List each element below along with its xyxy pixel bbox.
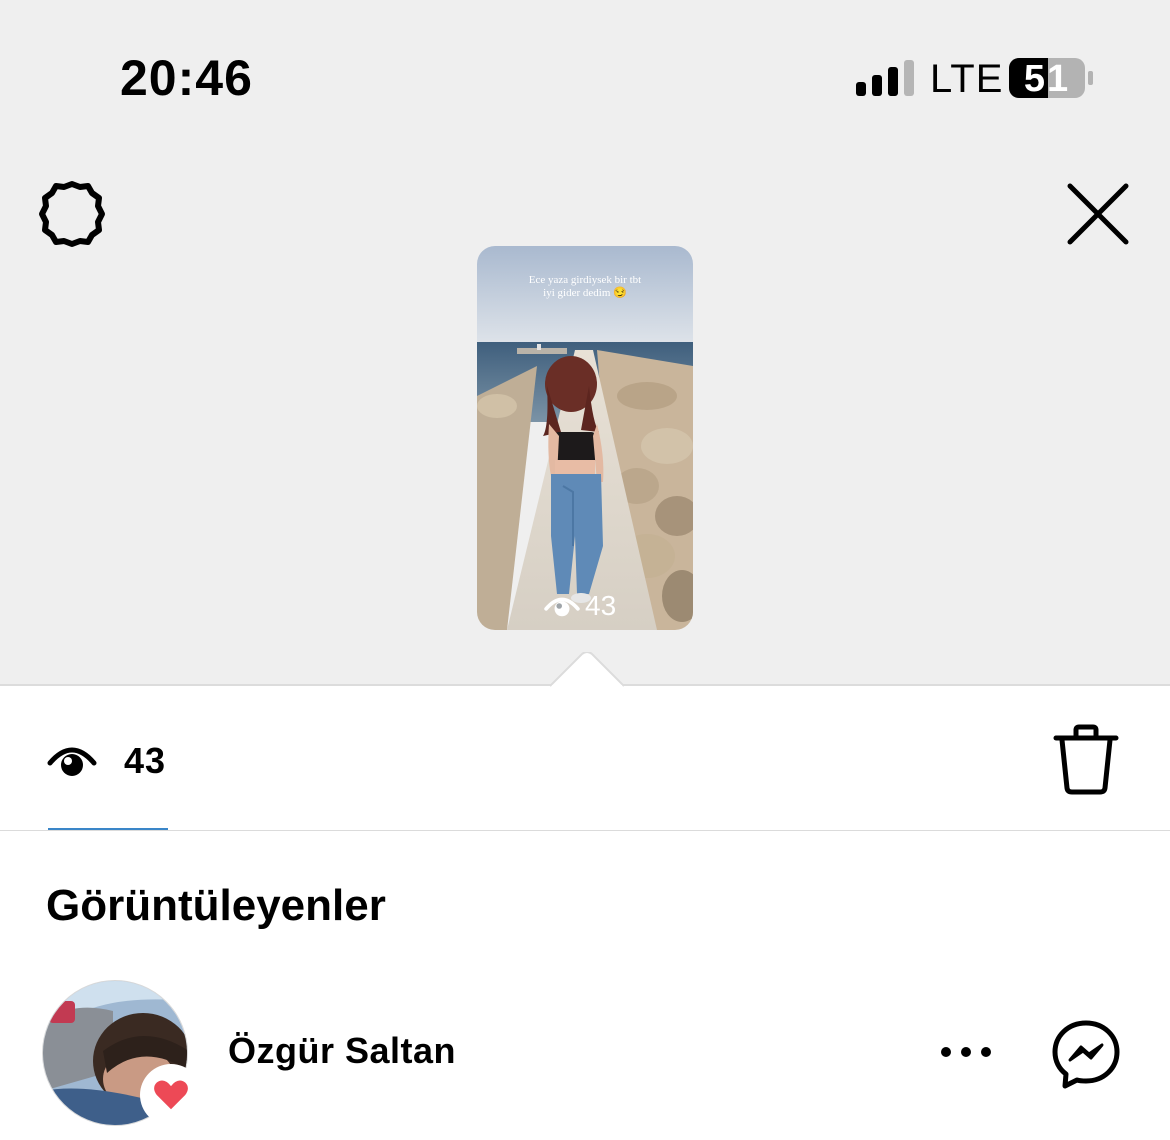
sheet-notch — [550, 652, 624, 688]
story-caption-line: iyi gider dedim 😏 — [543, 287, 627, 299]
story-view-count: 43 — [543, 590, 616, 622]
close-button[interactable] — [1062, 178, 1134, 250]
viewer-name[interactable]: Özgür Saltan — [228, 1030, 456, 1072]
gear-icon — [39, 181, 105, 247]
status-bar: 20:46 LTE 51 — [0, 0, 1170, 140]
story-thumbnail[interactable]: Ece yaza girdiysek bir tbt iyi gider ded… — [477, 246, 693, 630]
network-type: LTE — [930, 57, 1004, 101]
story-image — [477, 246, 693, 630]
messenger-icon — [1052, 1020, 1120, 1089]
delete-button[interactable] — [1052, 724, 1120, 796]
divider — [0, 830, 1170, 831]
story-caption: Ece yaza girdiysek bir tbt iyi gider ded… — [493, 274, 677, 300]
eye-icon — [544, 597, 580, 617]
tab-views[interactable]: 43 — [46, 736, 166, 786]
status-time: 20:46 — [120, 50, 253, 106]
message-button[interactable] — [1050, 1018, 1122, 1090]
trash-icon — [1053, 724, 1119, 795]
story-caption-line: Ece yaza girdiysek bir tbt — [528, 274, 642, 286]
story-view-number: 43 — [585, 590, 617, 621]
close-icon — [1067, 183, 1129, 245]
heart-icon — [154, 1080, 188, 1110]
battery-level: 51 — [1023, 58, 1071, 100]
like-badge — [140, 1064, 202, 1126]
story-viewers-screen: 20:46 LTE 51 Ece yaza girdiysek bir tbt … — [0, 0, 1170, 1140]
settings-button[interactable] — [36, 178, 108, 250]
viewer-list-item[interactable]: Özgür Saltan — [0, 980, 1170, 1130]
signal-icon — [856, 60, 914, 96]
section-title-viewers: Görüntüleyenler — [46, 881, 386, 930]
eye-icon — [47, 747, 97, 776]
more-options-button[interactable] — [936, 1030, 996, 1070]
more-icon — [941, 1047, 991, 1057]
views-count: 43 — [124, 740, 167, 781]
